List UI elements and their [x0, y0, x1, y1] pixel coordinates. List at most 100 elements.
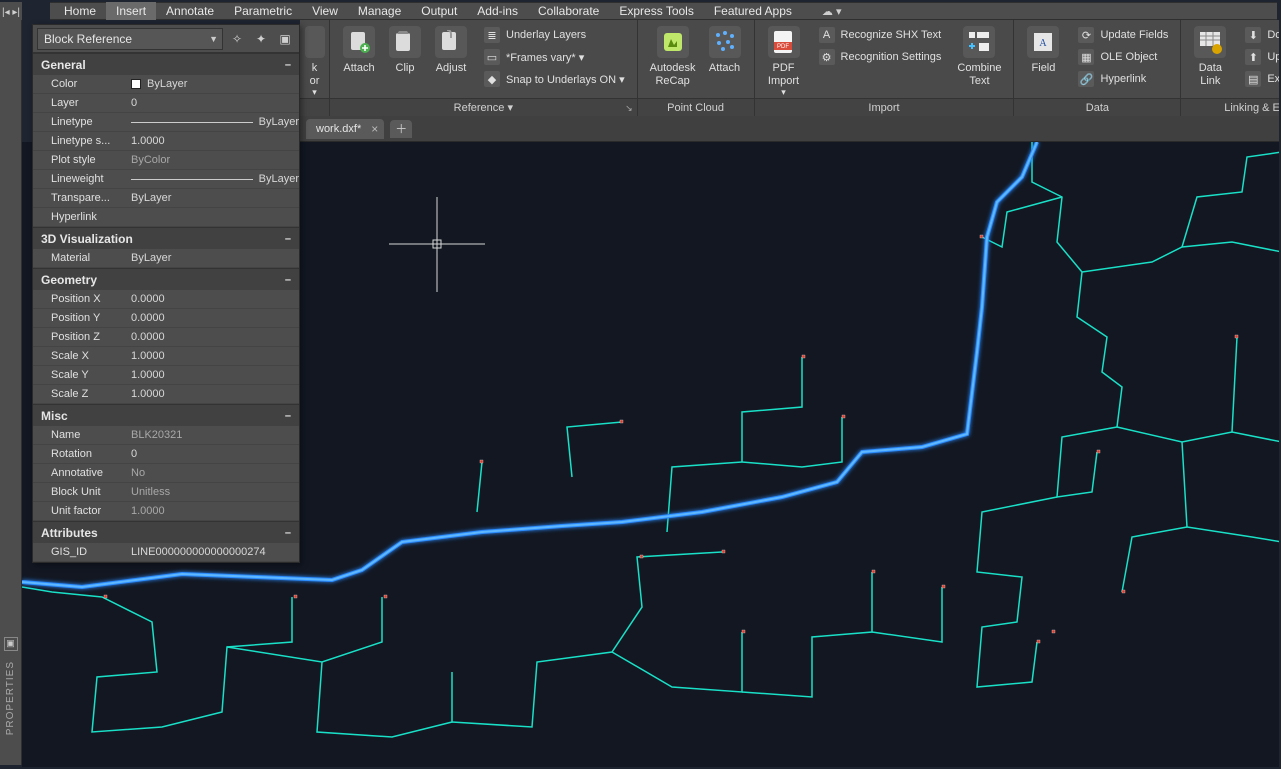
prop-value[interactable]: 1.0000: [127, 132, 299, 150]
prop-value[interactable]: No: [127, 464, 299, 482]
prop-row[interactable]: Position Y0.0000: [33, 309, 299, 328]
close-icon[interactable]: ×: [371, 122, 378, 136]
menu-insert[interactable]: Insert: [106, 2, 156, 20]
quick-select-icon[interactable]: ✧: [227, 29, 247, 49]
menu-collaborate[interactable]: Collaborate: [528, 2, 609, 20]
menu-output[interactable]: Output: [411, 2, 467, 20]
prop-row[interactable]: LinetypeByLayer: [33, 113, 299, 132]
collapse-icon[interactable]: –: [285, 405, 291, 427]
cloud-status-icon[interactable]: ☁ ▾: [822, 5, 842, 18]
prop-row[interactable]: Block UnitUnitless: [33, 483, 299, 502]
collapse-icon[interactable]: –: [285, 54, 291, 76]
combine-text-button[interactable]: Combine Text: [953, 24, 1005, 90]
select-objects-icon[interactable]: ✦: [251, 29, 271, 49]
object-type-selector[interactable]: Block Reference ▼: [37, 28, 223, 50]
prop-row[interactable]: Transpare...ByLayer: [33, 189, 299, 208]
prop-value[interactable]: 1.0000: [127, 385, 299, 403]
menu-view[interactable]: View: [302, 2, 348, 20]
prop-value[interactable]: 0.0000: [127, 290, 299, 308]
prop-value[interactable]: ByLayer: [127, 113, 299, 131]
underlay-layers-button[interactable]: ≣ Underlay Layers: [478, 25, 631, 45]
prop-row[interactable]: MaterialByLayer: [33, 249, 299, 268]
prop-row[interactable]: Plot styleByColor: [33, 151, 299, 170]
autodesk-recap-button[interactable]: Autodesk ReCap: [646, 24, 700, 90]
update-fields-button[interactable]: ⟳ Update Fields: [1072, 25, 1174, 45]
prop-value[interactable]: BLK20321: [127, 426, 299, 444]
quick-access-handle[interactable]: |◂ ▸|: [0, 2, 22, 22]
prop-value[interactable]: Unitless: [127, 483, 299, 501]
data-link-button[interactable]: Data Link: [1189, 24, 1231, 90]
menu-annotate[interactable]: Annotate: [156, 2, 224, 20]
menu-featured-apps[interactable]: Featured Apps: [704, 2, 802, 20]
prop-value[interactable]: 0: [127, 445, 299, 463]
prop-row[interactable]: Layer0: [33, 94, 299, 113]
ole-object-button[interactable]: ▦ OLE Object: [1072, 47, 1174, 67]
clip-button[interactable]: Clip: [384, 24, 426, 77]
collapse-icon[interactable]: –: [285, 269, 291, 291]
pin-icon[interactable]: ▣: [4, 637, 18, 651]
recognize-shx-button[interactable]: A Recognize SHX Text: [813, 25, 948, 45]
prop-row[interactable]: NameBLK20321: [33, 426, 299, 445]
prop-key: Unit factor: [33, 502, 127, 520]
menu-parametric[interactable]: Parametric: [224, 2, 302, 20]
extract-data-button[interactable]: ▤ Extract Data: [1239, 69, 1279, 89]
prop-row[interactable]: Position X0.0000: [33, 290, 299, 309]
download-source-button[interactable]: ⬇ Download from S: [1239, 25, 1279, 45]
prop-row[interactable]: Position Z0.0000: [33, 328, 299, 347]
new-tab-button[interactable]: ＋: [390, 120, 412, 138]
menu-home[interactable]: Home: [54, 2, 106, 20]
prop-value[interactable]: 0: [127, 94, 299, 112]
prop-value[interactable]: ByLayer: [127, 170, 299, 188]
upload-source-button[interactable]: ⬆ Upload to Source: [1239, 47, 1279, 67]
prop-row[interactable]: Scale Y1.0000: [33, 366, 299, 385]
prop-value[interactable]: ByLayer: [127, 75, 299, 93]
prop-key: Transpare...: [33, 189, 127, 207]
prop-value[interactable]: 0.0000: [127, 328, 299, 346]
prop-value[interactable]: 1.0000: [127, 347, 299, 365]
prop-row[interactable]: Scale Z1.0000: [33, 385, 299, 404]
recognition-settings-button[interactable]: ⚙ Recognition Settings: [813, 47, 948, 67]
prop-row[interactable]: Rotation0: [33, 445, 299, 464]
prop-value[interactable]: 1.0000: [127, 502, 299, 520]
prop-value[interactable]: ByLayer: [127, 249, 299, 267]
prop-row[interactable]: GIS_IDLINE000000000000000274: [33, 543, 299, 562]
prop-section-misc[interactable]: Misc–: [33, 404, 299, 426]
prop-section-general[interactable]: General–: [33, 53, 299, 75]
prop-value[interactable]: ByLayer: [127, 189, 299, 207]
menu-express-tools[interactable]: Express Tools: [609, 2, 703, 20]
prop-section-geometry[interactable]: Geometry–: [33, 268, 299, 290]
prop-row[interactable]: Hyperlink: [33, 208, 299, 227]
prop-value[interactable]: [127, 208, 299, 226]
dialog-launcher-icon[interactable]: ↘: [625, 99, 633, 116]
prop-value[interactable]: 0.0000: [127, 309, 299, 327]
prop-value[interactable]: LINE000000000000000274: [127, 543, 299, 561]
file-tab[interactable]: work.dxf* ×: [306, 119, 384, 139]
prop-row[interactable]: Scale X1.0000: [33, 347, 299, 366]
pdf-icon: PDF: [768, 26, 800, 58]
collapse-icon[interactable]: –: [285, 522, 291, 544]
collapse-icon[interactable]: –: [285, 228, 291, 250]
attach-button[interactable]: Attach: [338, 24, 380, 77]
toggle-pickadd-icon[interactable]: ▣: [275, 29, 295, 49]
prop-section-viz[interactable]: 3D Visualization–: [33, 227, 299, 249]
prop-row[interactable]: LineweightByLayer: [33, 170, 299, 189]
prop-value[interactable]: ByColor: [127, 151, 299, 169]
adjust-button[interactable]: Adjust: [430, 24, 472, 77]
panel-title-reference[interactable]: Reference ▾ ↘: [330, 98, 637, 116]
snap-to-underlays-dropdown[interactable]: ◆ Snap to Underlays ON ▾: [478, 69, 631, 89]
prop-row[interactable]: Unit factor1.0000: [33, 502, 299, 521]
field-button[interactable]: A Field: [1022, 24, 1064, 77]
pointcloud-attach-button[interactable]: Attach: [704, 24, 746, 77]
menu-addins[interactable]: Add-ins: [467, 2, 528, 20]
truncated-panel-button[interactable]: k or ▾: [304, 24, 325, 98]
prop-value[interactable]: 1.0000: [127, 366, 299, 384]
prop-row[interactable]: AnnotativeNo: [33, 464, 299, 483]
hyperlink-button[interactable]: 🔗 Hyperlink: [1072, 69, 1174, 89]
pdf-import-button[interactable]: PDF PDF Import ▾: [763, 24, 805, 98]
prop-row[interactable]: ColorByLayer: [33, 75, 299, 94]
prop-section-attributes[interactable]: Attributes–: [33, 521, 299, 543]
prop-row[interactable]: Linetype s...1.0000: [33, 132, 299, 151]
prop-key: Layer: [33, 94, 127, 112]
frames-vary-dropdown[interactable]: ▭ *Frames vary* ▾: [478, 47, 631, 67]
menu-manage[interactable]: Manage: [348, 2, 411, 20]
